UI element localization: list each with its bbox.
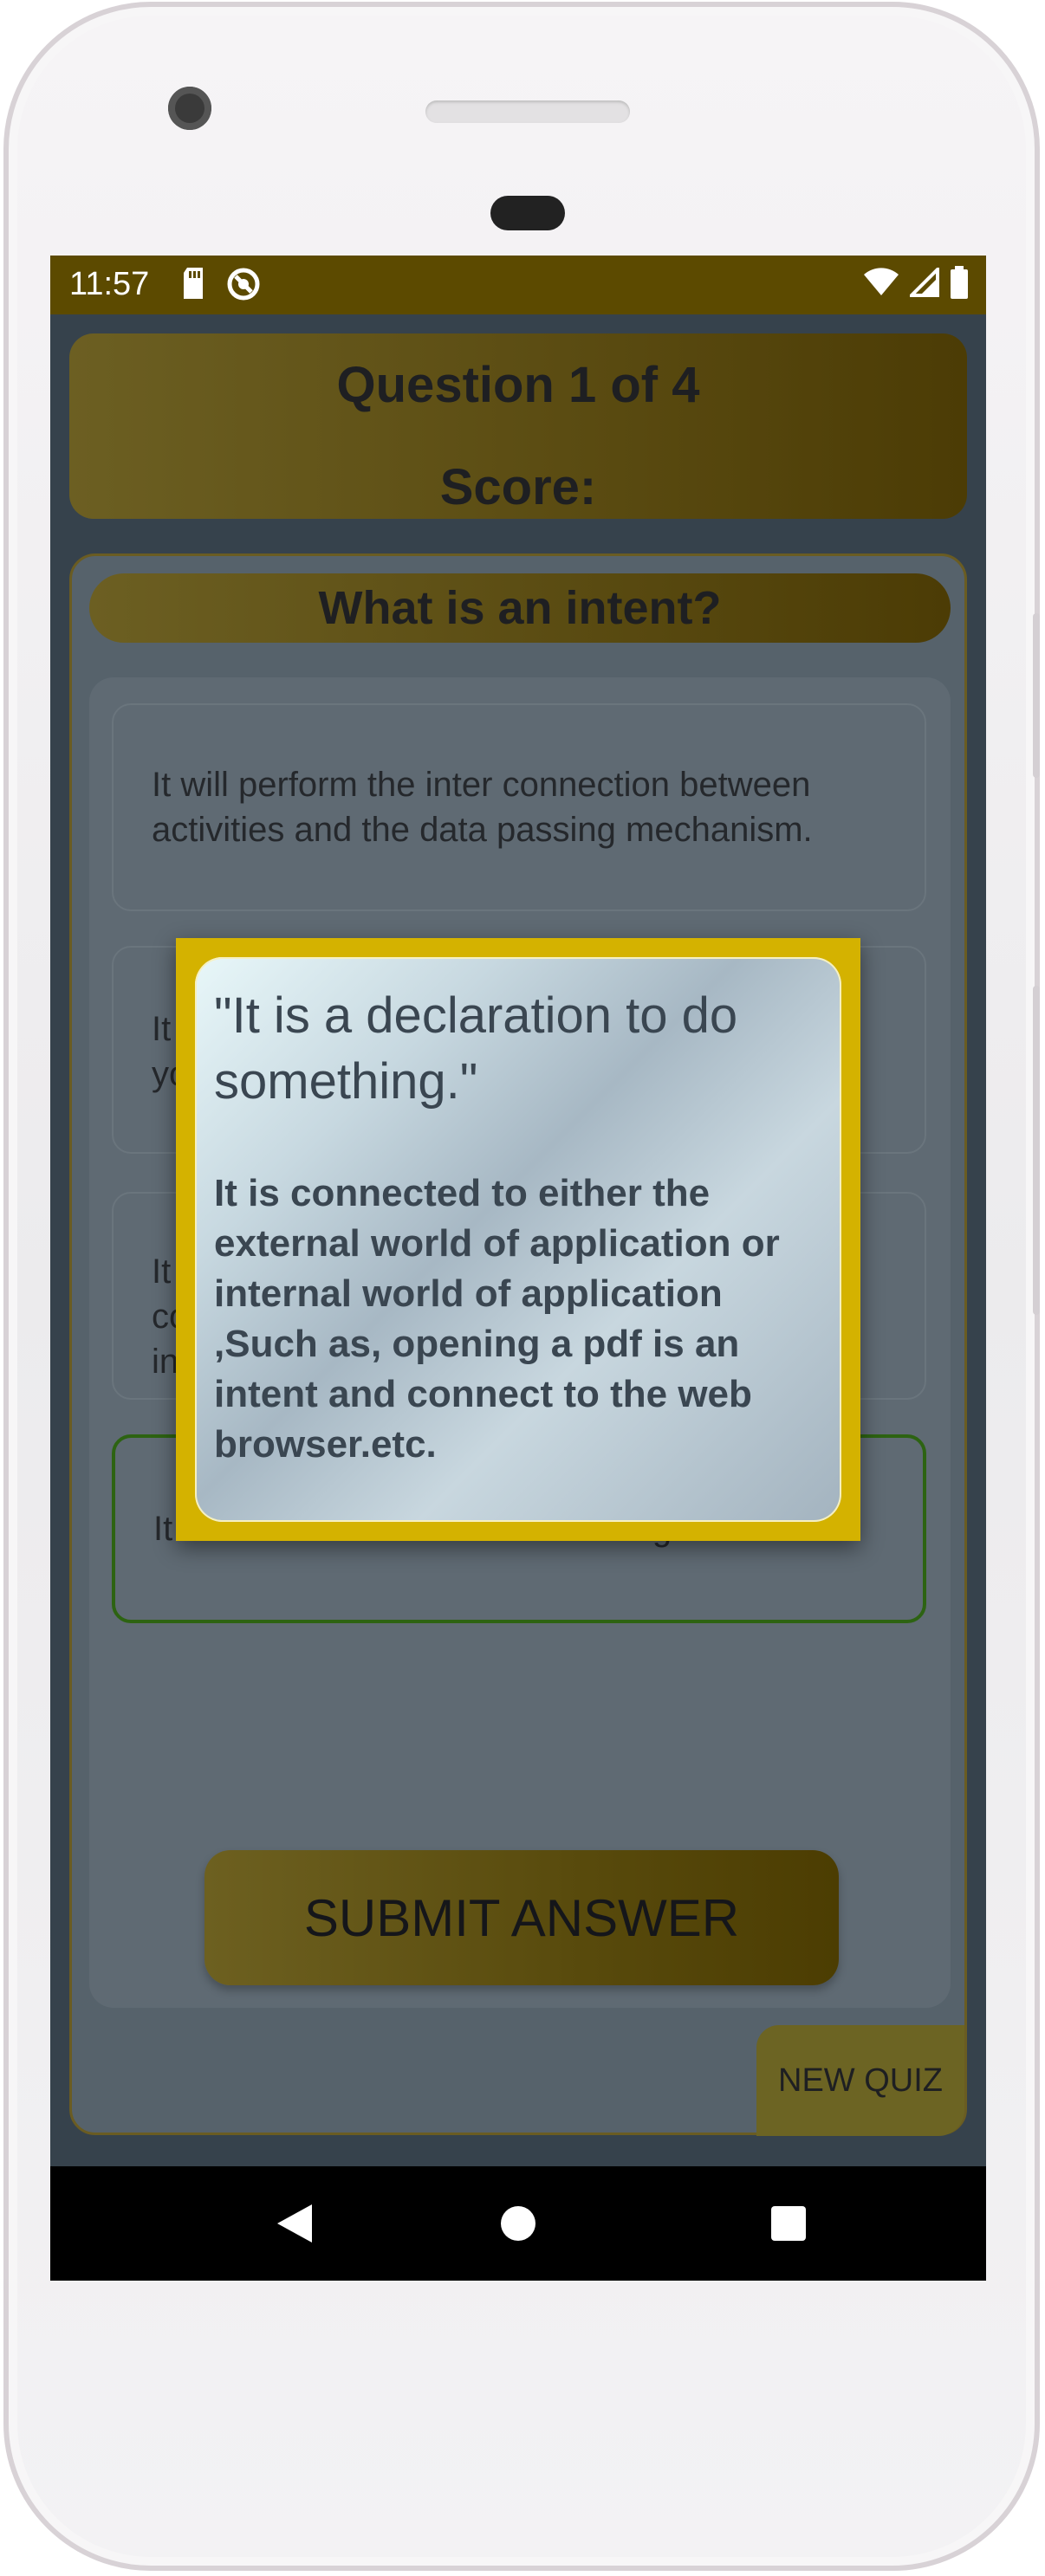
back-triangle-icon bbox=[277, 2204, 312, 2243]
status-bar: 11:57 bbox=[50, 256, 986, 314]
answer-option-text: It will perform the inter connection bet… bbox=[152, 766, 813, 849]
screen: 11:57 Question 1 of 4 Score: What is an … bbox=[50, 256, 986, 2281]
wifi-icon bbox=[864, 268, 899, 295]
answer-option-text: It bbox=[152, 1010, 172, 1048]
answer-dialog: "It is a declaration to do something." I… bbox=[176, 938, 860, 1541]
status-time: 11:57 bbox=[69, 266, 150, 302]
power-button bbox=[1033, 613, 1040, 778]
proximity-sensor bbox=[490, 196, 565, 230]
header-card: Question 1 of 4 Score: bbox=[69, 333, 967, 519]
dialog-title: "It is a declaration to do something." bbox=[214, 987, 738, 1110]
home-button[interactable] bbox=[490, 2196, 546, 2251]
submit-answer-button[interactable]: SUBMIT ANSWER bbox=[204, 1850, 839, 1985]
volume-button bbox=[1033, 986, 1040, 1315]
answer-option-text: in bbox=[152, 1343, 179, 1381]
sync-icon bbox=[227, 268, 260, 301]
score-label: Score: bbox=[439, 459, 597, 515]
navigation-bar bbox=[50, 2166, 986, 2281]
front-camera bbox=[168, 87, 211, 130]
dialog-card: "It is a declaration to do something." I… bbox=[195, 957, 841, 1522]
earpiece-speaker bbox=[425, 100, 630, 123]
dialog-body: It is connected to either the external w… bbox=[214, 1172, 780, 1466]
cell-signal-icon bbox=[910, 268, 939, 297]
new-quiz-button[interactable]: NEW QUIZ bbox=[756, 2025, 964, 2136]
battery-icon bbox=[951, 266, 968, 299]
question-counter: Question 1 of 4 bbox=[336, 357, 700, 413]
question-text: What is an intent? bbox=[89, 573, 951, 643]
recents-button[interactable] bbox=[761, 2196, 816, 2251]
answer-option-text: It bbox=[152, 1252, 172, 1291]
sd-card-icon bbox=[184, 268, 203, 299]
home-circle-icon bbox=[501, 2206, 535, 2241]
recents-square-icon bbox=[771, 2206, 806, 2241]
answer-option-1[interactable]: It will perform the inter connection bet… bbox=[112, 703, 926, 911]
back-button[interactable] bbox=[267, 2196, 322, 2251]
